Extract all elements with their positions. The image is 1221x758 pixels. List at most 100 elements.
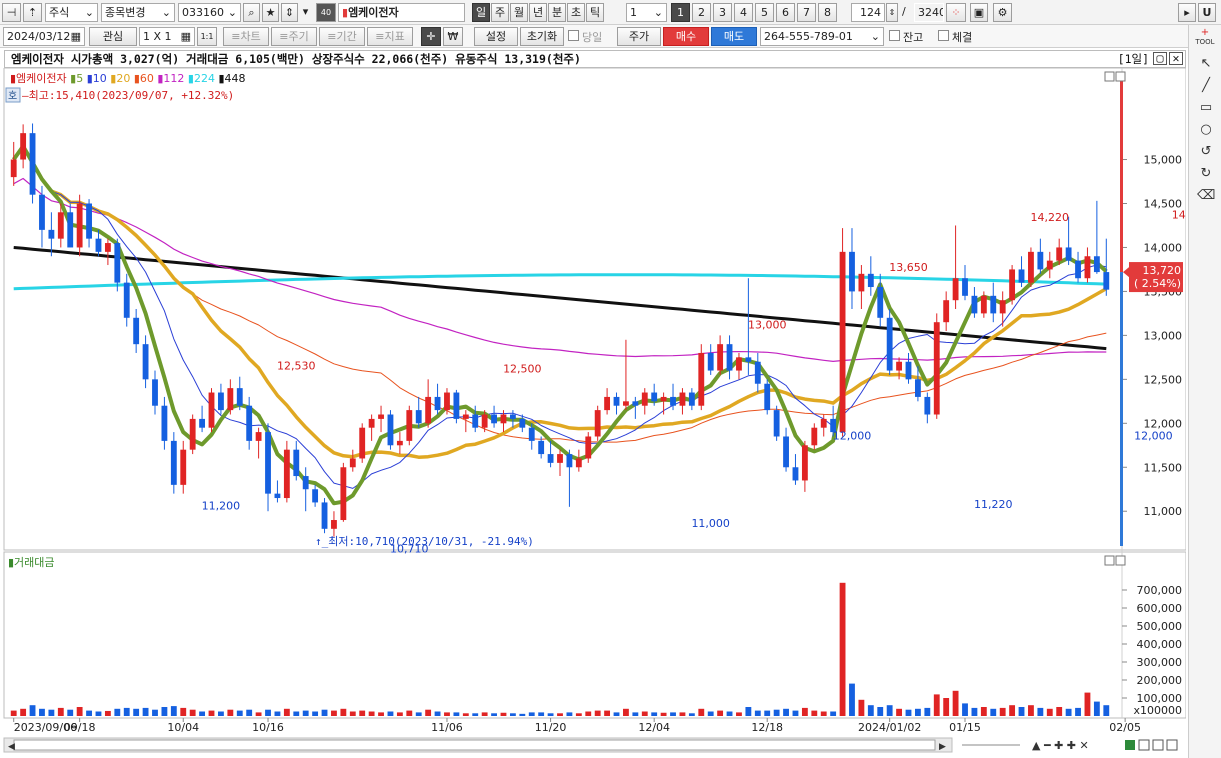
- page-tab-8[interactable]: 8: [818, 3, 837, 22]
- close-icon[interactable]: ✕: [1169, 52, 1183, 65]
- candle: [170, 440, 177, 485]
- user-button-label: U: [1202, 6, 1212, 19]
- volume-pane: [3, 551, 1186, 719]
- stock-name-field[interactable]: ▮엠케이전자: [338, 3, 465, 22]
- volume-bar: [914, 708, 921, 716]
- buy-button[interactable]: 매수: [663, 27, 709, 46]
- prev-icon[interactable]: ▸: [1178, 3, 1196, 22]
- period-tab-5[interactable]: 초: [567, 3, 585, 22]
- star-icon[interactable]: ★: [262, 3, 279, 22]
- date-input[interactable]: 2024/03/12 ▦: [3, 27, 85, 46]
- price-button[interactable]: 주가: [617, 27, 661, 46]
- stock-change-select[interactable]: 종목변경 ⌄: [101, 3, 175, 22]
- page-tab-3[interactable]: 3: [713, 3, 732, 22]
- period-tab-4[interactable]: 분: [548, 3, 566, 22]
- candle: [585, 436, 592, 459]
- period-tab-0[interactable]: 일: [472, 3, 490, 22]
- crosshair-icon[interactable]: ✛: [421, 27, 441, 46]
- page-tab-7[interactable]: 7: [797, 3, 816, 22]
- table-icon: ▦: [180, 30, 191, 43]
- balance-checkbox[interactable]: [889, 30, 900, 41]
- maximize-icon[interactable]: ▢: [1153, 52, 1167, 65]
- volume-close-icon: [1115, 555, 1126, 566]
- volume-bar: [425, 709, 432, 716]
- volume-tick-label: 200,000: [1137, 674, 1183, 687]
- watch-button[interactable]: 관심: [89, 27, 137, 46]
- page-tab-1[interactable]: 1: [671, 3, 690, 22]
- volume-bar: [170, 706, 177, 716]
- circle-icon[interactable]: ○: [1197, 121, 1215, 139]
- grid-icon[interactable]: ⁘: [946, 3, 966, 22]
- candle: [340, 467, 347, 521]
- spinner-icon[interactable]: ▾: [300, 3, 311, 22]
- rectangle-icon[interactable]: ▭: [1197, 99, 1215, 117]
- candle: [896, 361, 902, 371]
- volume-bar: [594, 710, 601, 716]
- candle: [39, 194, 45, 230]
- page-tab-2[interactable]: 2: [692, 3, 711, 22]
- count-input[interactable]: 124: [851, 3, 885, 22]
- pointer-icon[interactable]: ↖: [1197, 55, 1215, 73]
- search-icon[interactable]: ⌕: [243, 3, 260, 22]
- period-tab-2[interactable]: 월: [510, 3, 528, 22]
- period-value-select[interactable]: 1 ⌄: [626, 3, 667, 22]
- period-tab-3[interactable]: 년: [529, 3, 547, 22]
- date-tick-label: 2024/01/02: [858, 721, 921, 734]
- fill-checkbox[interactable]: [938, 30, 949, 41]
- today-checkbox[interactable]: [568, 30, 579, 41]
- settings-button[interactable]: 설정: [474, 27, 518, 46]
- legend-stock-name: ▮엠케이전자: [10, 72, 70, 85]
- sell-button[interactable]: 매도: [711, 27, 757, 46]
- price-chart[interactable]: 15,00014,50014,00013,50013,00012,50012,0…: [0, 68, 1186, 758]
- chart-button[interactable]: ≡차트: [223, 27, 269, 46]
- volume-bar: [359, 710, 366, 716]
- count-spinner-icon[interactable]: ⇕: [886, 3, 898, 22]
- save-icon[interactable]: ▣: [970, 3, 988, 22]
- volume-bar: [1018, 707, 1025, 716]
- candle: [349, 458, 356, 468]
- upload-icon[interactable]: ⇡: [23, 3, 42, 22]
- candle: [594, 410, 601, 437]
- legend-ma-448: ▮448: [218, 72, 245, 85]
- account-select[interactable]: 264-555-789-01 ⌄: [760, 27, 884, 46]
- candle: [123, 282, 130, 318]
- page-tab-4[interactable]: 4: [734, 3, 753, 22]
- updown-icon[interactable]: ⇕: [281, 3, 298, 22]
- reset-button[interactable]: 초기화: [520, 27, 564, 46]
- page-tab-6[interactable]: 6: [776, 3, 795, 22]
- stock-info-text: 엠케이전자 시가총액 3,027(억) 거래대금 6,105(백만) 상장주식수…: [11, 52, 581, 66]
- volume-bar: [114, 708, 121, 716]
- eraser-icon[interactable]: ⌫: [1197, 187, 1215, 205]
- undo-icon[interactable]: ↺: [1197, 143, 1215, 161]
- period-tab-1[interactable]: 주: [491, 3, 509, 22]
- line-icon[interactable]: ╱: [1197, 77, 1215, 95]
- stock-code-input[interactable]: 033160 ⌄: [178, 3, 241, 22]
- one-by-one-label: 1:1: [200, 32, 214, 41]
- volume-bar: [378, 712, 384, 716]
- candle: [1046, 260, 1053, 270]
- candle: [425, 396, 432, 424]
- cycle-button[interactable]: ≡주기: [271, 27, 317, 46]
- gear-icon[interactable]: ⚙: [993, 3, 1012, 22]
- page-tab-5[interactable]: 5: [755, 3, 774, 22]
- one-by-one-button[interactable]: 1:1: [197, 27, 217, 46]
- user-button[interactable]: U: [1198, 3, 1216, 22]
- won-icon[interactable]: ₩: [443, 27, 463, 46]
- candle: [444, 392, 450, 411]
- legend-ma-112: ▮112: [157, 72, 188, 85]
- volume-bar: [95, 711, 102, 716]
- volume-bar: [86, 710, 92, 716]
- redo-icon[interactable]: ↻: [1197, 165, 1215, 183]
- market-select[interactable]: 주식 ⌄: [45, 3, 98, 22]
- indicator-button[interactable]: ≡지표: [367, 27, 413, 46]
- candle: [29, 133, 36, 195]
- volume-bar: [980, 707, 987, 716]
- candle: [434, 396, 441, 411]
- pin-icon[interactable]: ⊣: [2, 3, 21, 22]
- candle: [1009, 269, 1016, 301]
- chevron-down-icon: ⌄: [653, 6, 663, 19]
- layout-select[interactable]: 1 X 1 ▦: [139, 27, 195, 46]
- period-tab-6[interactable]: 틱: [586, 3, 604, 22]
- volume-bar: [999, 707, 1006, 716]
- range-button[interactable]: ≡기간: [319, 27, 365, 46]
